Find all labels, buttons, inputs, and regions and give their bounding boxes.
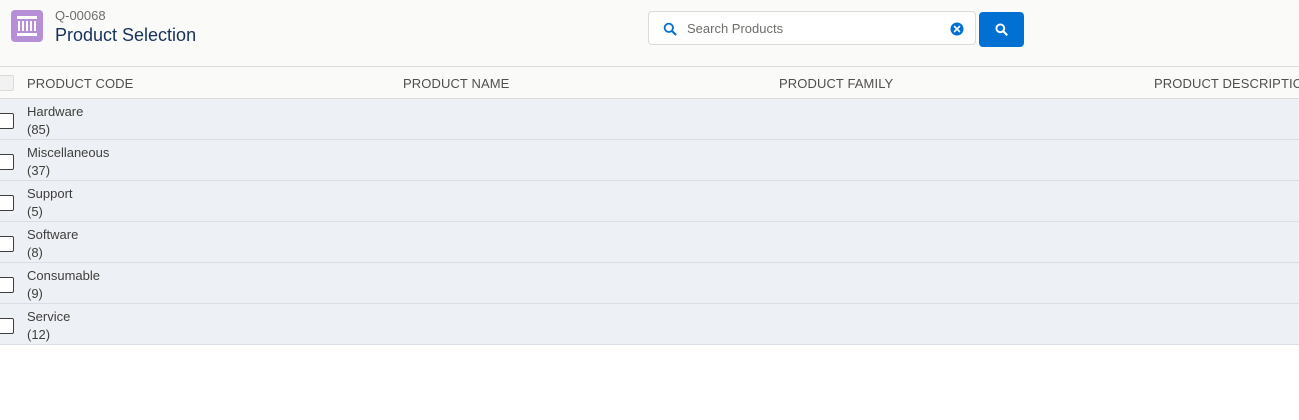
- table-row[interactable]: Hardware (85): [0, 99, 1299, 140]
- row-checkbox[interactable]: [0, 113, 14, 129]
- row-checkbox[interactable]: [0, 236, 14, 252]
- table-row[interactable]: Consumable (9): [0, 263, 1299, 304]
- product-catalog-icon: [11, 10, 43, 42]
- page-header: Q-00068 Product Selection: [0, 0, 1299, 67]
- search-input[interactable]: [687, 18, 937, 38]
- select-all-checkbox[interactable]: [0, 75, 14, 91]
- group-name: Support: [27, 186, 73, 201]
- group-name: Hardware: [27, 104, 84, 119]
- record-id: Q-00068: [55, 8, 106, 23]
- group-name: Miscellaneous: [27, 145, 110, 160]
- row-checkbox[interactable]: [0, 154, 14, 170]
- search-button[interactable]: [979, 12, 1024, 47]
- clear-search-icon[interactable]: [950, 22, 964, 36]
- group-count: (8): [27, 245, 43, 260]
- column-header-product-name[interactable]: PRODUCT NAME: [403, 76, 509, 91]
- group-name: Consumable: [27, 268, 100, 283]
- row-checkbox[interactable]: [0, 195, 14, 211]
- page-title: Product Selection: [55, 25, 197, 45]
- group-count: (9): [27, 286, 43, 301]
- row-checkbox[interactable]: [0, 318, 14, 334]
- table-row[interactable]: Software (8): [0, 222, 1299, 263]
- table-body: Hardware (85) Miscellaneous (37) Support…: [0, 99, 1299, 345]
- group-count: (85): [27, 122, 51, 137]
- search-icon: [663, 22, 677, 36]
- column-header-product-code[interactable]: PRODUCT CODE: [27, 76, 133, 91]
- table-header: PRODUCT CODE PRODUCT NAME PRODUCT FAMILY…: [0, 67, 1299, 99]
- group-name: Service: [27, 309, 71, 324]
- search-box: [648, 11, 976, 45]
- row-checkbox[interactable]: [0, 277, 14, 293]
- group-count: (37): [27, 163, 51, 178]
- product-selection-page: Q-00068 Product Selection PRODUCT CODE P…: [0, 0, 1299, 420]
- column-header-product-family[interactable]: PRODUCT FAMILY: [779, 76, 893, 91]
- group-count: (5): [27, 204, 43, 219]
- table-row[interactable]: Miscellaneous (37): [0, 140, 1299, 181]
- table-row[interactable]: Service (12): [0, 304, 1299, 345]
- search-icon: [995, 23, 1008, 36]
- group-name: Software: [27, 227, 79, 242]
- group-count: (12): [27, 327, 51, 342]
- column-header-product-description[interactable]: PRODUCT DESCRIPTION: [1154, 76, 1299, 91]
- table-row[interactable]: Support (5): [0, 181, 1299, 222]
